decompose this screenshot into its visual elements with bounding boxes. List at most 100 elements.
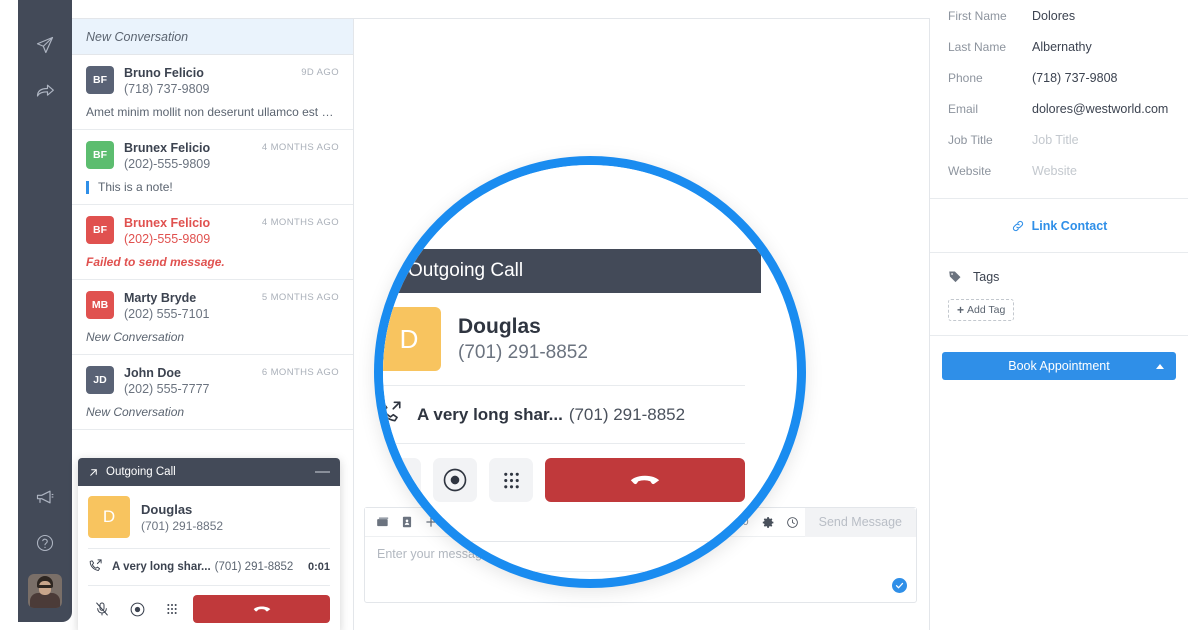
magnified-call-body: D Douglas (701) 291-8852 A very long sha… <box>383 293 761 518</box>
conversation-name: Bruno Felicio <box>124 66 204 80</box>
add-tag-label: Add Tag <box>967 304 1006 316</box>
outgoing-call-icon <box>88 467 99 478</box>
help-icon[interactable] <box>18 520 72 566</box>
conversation-row[interactable]: BF Bruno Felicio (718) 737-9809 9D AGO Amet … <box>72 55 353 130</box>
outgoing-call-line-icon <box>88 558 103 576</box>
call-line-phone: (701) 291-8852 <box>214 561 294 573</box>
add-tag-button[interactable]: + Add Tag <box>948 299 1015 321</box>
call-widget-header: Outgoing Call — <box>78 458 340 486</box>
link-contact-button[interactable]: Link Contact <box>930 199 1188 253</box>
contact-field-label: Job Title <box>948 132 993 147</box>
call-duration: 0:01 <box>307 561 330 573</box>
contact-field-value[interactable]: Dolores <box>1032 9 1075 23</box>
book-appointment-wrap: Book Appointment <box>930 336 1188 396</box>
magnified-call-line: A very long shar... (701) 291-8852 <box>383 385 745 443</box>
call-contact-phone: (701) 291-8852 <box>141 518 224 533</box>
conversation-phone: (202)-555-9809 <box>124 232 211 246</box>
conversation-avatar: BF <box>86 216 114 244</box>
app-root: New Conversation BF Bruno Felicio (718) 73… <box>0 0 1200 630</box>
keypad-icon[interactable] <box>489 458 533 502</box>
magnified-contact-meta: Douglas (701) 291-8852 <box>458 315 588 364</box>
link-contact-label: Link Contact <box>1031 218 1108 233</box>
tags-label: Tags <box>973 269 1000 284</box>
magnified-contact-name: Douglas <box>458 314 541 338</box>
contact-field-row: Last Name Albernathy <box>948 31 1170 62</box>
conversation-phone: (202) 555-7101 <box>124 307 210 321</box>
minimize-button[interactable]: — <box>315 464 330 479</box>
conversation-meta: Marty Bryde (202) 555-7101 <box>124 290 262 323</box>
conversation-name: John Doe <box>124 366 181 380</box>
share-icon[interactable] <box>18 68 72 114</box>
contact-field-value[interactable]: (718) 737-9808 <box>1032 71 1117 85</box>
add-icon[interactable] <box>421 545 447 569</box>
check-icon[interactable] <box>892 578 907 593</box>
contact-field-row: Phone (718) 737-9808 <box>948 62 1170 93</box>
magnified-contact: D Douglas (701) 291-8852 <box>383 307 745 385</box>
magnified-call-controls <box>383 443 745 518</box>
record-icon[interactable] <box>123 595 151 623</box>
contact-card-icon[interactable] <box>395 545 421 569</box>
mute-icon[interactable] <box>88 595 116 623</box>
conversation-preview: Failed to send message. <box>86 255 225 269</box>
conversation-timestamp: 9D AGO <box>301 67 339 78</box>
tag-icon <box>948 269 963 284</box>
call-contact: D Douglas (701) 291-8852 <box>88 496 330 538</box>
conversation-timestamp: 6 MONTHS AGO <box>261 367 339 378</box>
contact-field-value[interactable]: Albernathy <box>1032 40 1092 54</box>
contact-field-row: Email dolores@westworld.com <box>948 93 1170 124</box>
conversation-phone: (202) 555-7777 <box>124 382 210 396</box>
contact-field-label: Website <box>948 163 992 178</box>
megaphone-icon[interactable] <box>18 474 72 520</box>
keypad-icon[interactable] <box>158 595 186 623</box>
conversation-row[interactable]: JD John Doe (202) 555-7777 6 MONTHS AGO New … <box>72 355 353 430</box>
conversation-timestamp: 4 MONTHS AGO <box>261 142 339 153</box>
conversation-row[interactable]: MB Marty Bryde (202) 555-7101 5 MONTHS AGO N… <box>72 280 353 355</box>
conversation-avatar: MB <box>86 291 114 319</box>
magnified-call-widget: Outgoing Call D Douglas (701) 291-8852 A… <box>383 249 761 518</box>
conversation-banner: New Conversation <box>72 19 353 55</box>
avatar-glasses <box>39 585 51 588</box>
hangup-button[interactable] <box>545 458 745 502</box>
chevron-up-icon <box>1156 363 1164 369</box>
conversation-phone: (202)-555-9809 <box>124 157 211 171</box>
call-controls <box>88 585 330 623</box>
call-contact-meta: Douglas (701) 291-8852 <box>141 502 223 533</box>
conversation-meta: Brunex Felicio (202)-555-9809 <box>124 140 262 173</box>
call-widget-body: D Douglas (701) 291-8852 A very long sha… <box>78 486 340 630</box>
conversation-row[interactable]: BF Brunex Felicio (202)-555-9809 4 MONTHS A… <box>72 130 353 205</box>
conversation-avatar: BF <box>86 66 114 94</box>
record-icon[interactable] <box>433 458 477 502</box>
magnified-contact-avatar: D <box>383 307 441 371</box>
contact-field-label: Email <box>948 101 979 116</box>
hangup-button[interactable] <box>193 595 330 623</box>
conversation-avatar: BF <box>86 141 114 169</box>
avatar[interactable] <box>28 574 62 608</box>
contact-panel: First Name Dolores Last Name Albernathy Phon… <box>930 0 1188 630</box>
conversation-preview: New Conversation <box>86 405 185 419</box>
contact-field-row: Job Title Job Title <box>948 124 1170 155</box>
contact-field-value[interactable]: dolores@westworld.com <box>1032 102 1168 116</box>
conversation-row[interactable]: BF Brunex Felicio (202)-555-9809 4 MONTHS A… <box>72 205 353 280</box>
contact-field-value[interactable]: Job Title <box>1032 133 1079 147</box>
book-appointment-button[interactable]: Book Appointment <box>942 352 1176 380</box>
conversation-name: Brunex Felicio <box>124 141 211 155</box>
call-widget: Outgoing Call — D Douglas (701) 291-8852… <box>78 458 340 630</box>
outgoing-call-line-icon <box>383 399 403 430</box>
conversation-row-header: MB Marty Bryde (202) 555-7101 5 MONTHS AGO <box>86 290 339 323</box>
magnified-composer-toolbar <box>383 542 797 572</box>
send-icon[interactable] <box>18 22 72 68</box>
conversation-timestamp: 4 MONTHS AGO <box>261 217 339 228</box>
contact-field-value[interactable]: Website <box>1032 164 1077 178</box>
avatar-body <box>30 593 60 608</box>
call-line-label: A very long shar... <box>112 561 211 573</box>
contact-fields: First Name Dolores Last Name Albernathy Phon… <box>930 0 1188 186</box>
conversation-items: BF Bruno Felicio (718) 737-9809 9D AGO Amet … <box>72 55 353 430</box>
conversation-row-header: BF Bruno Felicio (718) 737-9809 9D AGO <box>86 65 339 98</box>
conversation-meta: John Doe (202) 555-7777 <box>124 365 262 398</box>
magnified-call-title: Outgoing Call <box>408 260 524 281</box>
avatar-face <box>39 581 51 595</box>
send-message-button[interactable]: Send Message <box>804 507 916 537</box>
conversation-meta: Brunex Felicio (202)-555-9809 <box>124 215 262 248</box>
mute-icon[interactable] <box>383 458 421 502</box>
conversation-row-header: BF Brunex Felicio (202)-555-9809 4 MONTHS A… <box>86 215 339 248</box>
